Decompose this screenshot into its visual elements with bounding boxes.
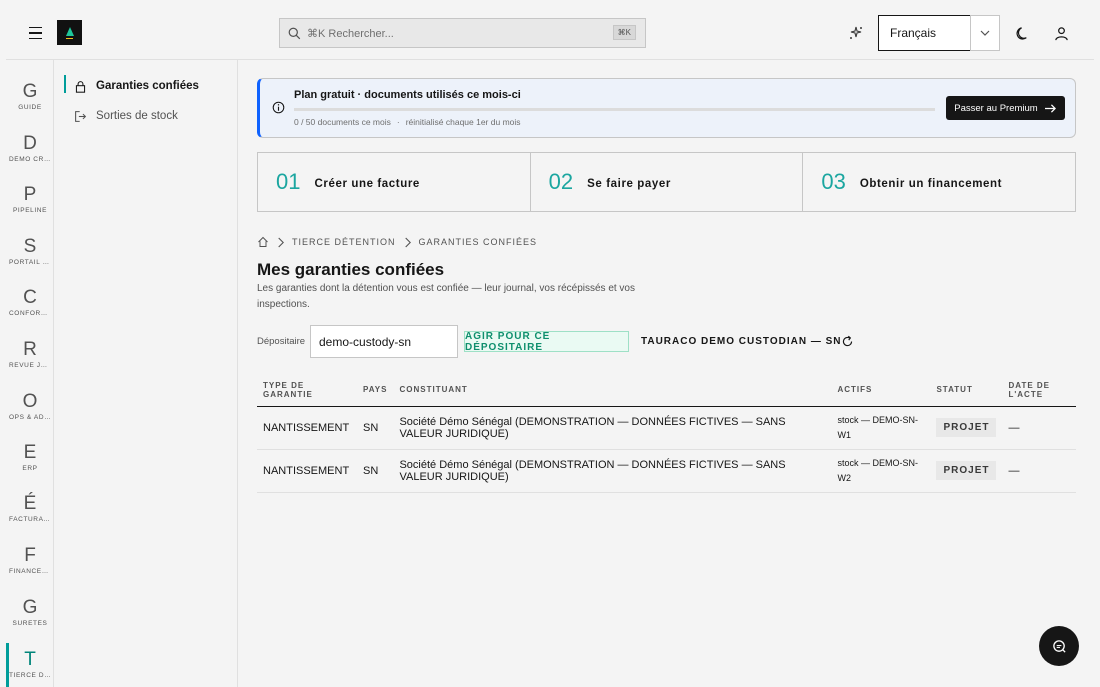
refresh-icon[interactable] [841, 335, 854, 348]
onboarding-steps: 01 Créer une facture 02 Se faire payer 03 O… [257, 152, 1076, 212]
user-icon[interactable] [1050, 22, 1072, 44]
step-get-paid[interactable]: 02 Se faire payer [531, 153, 804, 211]
module-rail: G GUIDE D DÉMO CRUD P PIPELINE S PORTAIL V… … [6, 60, 54, 687]
chat-button[interactable] [1039, 626, 1079, 666]
cell-actifs: stock — DEMO-SN-W2 [831, 449, 931, 493]
banner-title: Plan gratuit · documents utilisés ce moi… [294, 89, 521, 101]
breadcrumb: TIERCE DÉTENTION GARANTIES CONFIÉES [257, 236, 537, 248]
chevron-down-icon[interactable] [970, 15, 1000, 51]
rail-item-financement[interactable]: F FINANCEM… [6, 545, 54, 575]
rail-item-pipeline[interactable]: P PIPELINE [6, 184, 54, 214]
upgrade-label: Passer au Premium [954, 102, 1038, 114]
breadcrumb-tierce-detention[interactable]: TIERCE DÉTENTION [292, 237, 396, 247]
col-header-type[interactable]: TYPE DE GARANTIE [257, 374, 357, 407]
moon-icon[interactable] [1012, 22, 1034, 44]
cell-statut: PROJET [930, 406, 1003, 450]
subnav-item-garanties-confiees[interactable]: Garanties confiées [64, 74, 234, 98]
subnav-label: Sorties de stock [96, 110, 178, 122]
chevron-right-icon [278, 237, 284, 247]
cell-actifs: stock — DEMO-SN-W1 [831, 406, 931, 450]
rail-item-ops-admin[interactable]: O OPS & AD… [6, 391, 54, 421]
logout-icon [75, 110, 87, 122]
cell-date-acte: — [1002, 406, 1076, 450]
plan-usage-banner: Plan gratuit · documents utilisés ce moi… [257, 78, 1076, 138]
rail-item-conformite[interactable]: C CONFORM… [6, 287, 54, 317]
search-placeholder: ⌘K Rechercher... [307, 27, 394, 40]
col-header-statut[interactable]: STATUT [930, 374, 1003, 407]
lock-icon [75, 80, 86, 93]
rail-item-portail[interactable]: S PORTAIL V… [6, 236, 54, 266]
app-logo[interactable] [57, 20, 82, 45]
page-description: Les garanties dont la détention vous est… [257, 283, 635, 310]
rail-item-tierce-detention[interactable]: T TIERCE DÉ… [6, 643, 54, 687]
breadcrumb-garanties-confiees[interactable]: GARANTIES CONFIÉES [419, 237, 538, 247]
status-badge: PROJET [936, 461, 997, 480]
rail-item-suretes[interactable]: G SÛRETÉS [6, 597, 54, 627]
step-label: Se faire payer [587, 177, 671, 190]
banner-subtext: 0 / 50 documents ce mois · réinitialisé ch… [294, 117, 521, 127]
language-select[interactable]: Français [878, 15, 971, 51]
rail-item-facturation[interactable]: É FACTURAT… [6, 493, 54, 523]
step-get-financing[interactable]: 03 Obtenir un financement [803, 153, 1075, 211]
step-label: Créer une facture [314, 177, 420, 190]
col-header-date-acte[interactable]: DATE DE L'ACTE [1002, 374, 1076, 407]
table-row[interactable]: NANTISSEMENT SN Société Démo Sénégal (DE… [257, 449, 1076, 493]
top-header: ⌘K Rechercher... ⌘K Français [6, 6, 1094, 60]
guarantees-table: TYPE DE GARANTIE PAYS CONSTITUANT ACTIFS… [257, 374, 1076, 493]
secondary-nav: Garanties confiées Sorties de stock [55, 60, 238, 687]
col-header-actifs[interactable]: ACTIFS [831, 374, 931, 407]
main-content: Plan gratuit · documents utilisés ce moi… [239, 60, 1094, 687]
rail-item-demo-crud[interactable]: D DÉMO CRUD [6, 133, 54, 163]
cell-pays: SN [357, 406, 394, 450]
cell-pays: SN [357, 449, 394, 493]
status-badge: PROJET [936, 418, 997, 437]
search-shortcut: ⌘K [612, 25, 636, 40]
step-number: 01 [276, 169, 301, 194]
custodian-name: TAURACO DEMO CUSTODIAN — SN [641, 336, 842, 347]
chat-icon [1052, 639, 1066, 653]
step-create-invoice[interactable]: 01 Créer une facture [258, 153, 531, 211]
act-for-depositaire-button[interactable]: AGIR POUR CE DÉPOSITAIRE [464, 331, 629, 353]
depositaire-input[interactable] [310, 325, 458, 358]
arrow-right-icon [1044, 103, 1056, 113]
cell-date-acte: — [1002, 449, 1076, 493]
info-icon [272, 101, 285, 114]
home-icon[interactable] [257, 236, 269, 248]
rail-item-guide[interactable]: G GUIDE [6, 81, 54, 111]
usage-count: 0 / 50 documents ce mois [294, 117, 391, 127]
rail-item-erp[interactable]: E ERP [6, 442, 54, 472]
reset-note: réinitialisé chaque 1er du mois [405, 117, 521, 127]
cell-type: NANTISSEMENT [257, 406, 357, 450]
usage-progress-bar [294, 108, 935, 111]
menu-icon[interactable] [24, 22, 48, 44]
cell-constituant: Société Démo Sénégal (DEMONSTRATION — DO… [393, 406, 832, 450]
depositaire-label: Dépositaire [257, 336, 306, 347]
step-number: 03 [821, 169, 846, 194]
col-header-constituant[interactable]: CONSTITUANT [393, 374, 832, 407]
col-header-pays[interactable]: PAYS [357, 374, 394, 407]
table-header-row: TYPE DE GARANTIE PAYS CONSTITUANT ACTIFS… [257, 374, 1076, 407]
subnav-item-sorties-de-stock[interactable]: Sorties de stock [64, 104, 234, 128]
cell-statut: PROJET [930, 449, 1003, 493]
search-icon [288, 27, 301, 39]
step-label: Obtenir un financement [859, 177, 1003, 190]
search-input[interactable]: ⌘K Rechercher... ⌘K [279, 18, 646, 48]
step-number: 02 [548, 169, 574, 194]
chevron-right-icon [404, 237, 411, 247]
subnav-label: Garanties confiées [96, 80, 199, 92]
cell-constituant: Société Démo Sénégal (DEMONSTRATION — DO… [393, 449, 832, 493]
table-row[interactable]: NANTISSEMENT SN Société Démo Sénégal (DE… [257, 406, 1076, 450]
upgrade-premium-button[interactable]: Passer au Premium [946, 96, 1065, 120]
rail-item-revue-juridique[interactable]: R REVUE JU… [6, 339, 54, 369]
cell-type: NANTISSEMENT [257, 449, 357, 493]
page-title: Mes garanties confiées [257, 260, 445, 279]
sparkle-icon[interactable] [845, 22, 867, 44]
